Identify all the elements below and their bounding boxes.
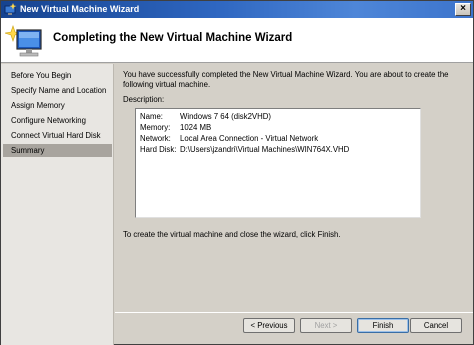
- step-summary[interactable]: Summary: [3, 144, 112, 157]
- description-label: Description:: [123, 95, 165, 104]
- step-connect-virtual-hard-disk[interactable]: Connect Virtual Hard Disk: [3, 129, 112, 142]
- finish-instruction: To create the virtual machine and close …: [123, 230, 341, 239]
- description-key: Memory:: [140, 123, 171, 132]
- step-assign-memory[interactable]: Assign Memory: [3, 99, 112, 112]
- wizard-steps-sidebar: Before You Begin Specify Name and Locati…: [1, 64, 114, 345]
- title-bar[interactable]: New Virtual Machine Wizard ×: [1, 1, 473, 18]
- description-value: Windows 7 64 (disk2VHD): [180, 112, 271, 121]
- page-title: Completing the New Virtual Machine Wizar…: [53, 32, 293, 44]
- close-icon: ×: [460, 3, 466, 14]
- virtual-machine-monitor-icon: [5, 25, 42, 57]
- step-before-you-begin[interactable]: Before You Begin: [3, 69, 112, 82]
- description-value: Local Area Connection - Virtual Network: [180, 134, 319, 143]
- finish-button[interactable]: Finish: [357, 318, 409, 333]
- summary-panel: You have successfully completed the New …: [115, 64, 473, 312]
- description-key: Hard Disk:: [140, 145, 177, 154]
- wizard-window: New Virtual Machine Wizard × Completing …: [0, 0, 474, 345]
- window-title: New Virtual Machine Wizard: [20, 4, 140, 14]
- cancel-button[interactable]: Cancel: [410, 318, 462, 333]
- description-key: Name:: [140, 112, 163, 121]
- description-value: D:\Users\jzandri\Virtual Machines\WIN764…: [180, 145, 350, 154]
- next-button[interactable]: Next >: [300, 318, 352, 333]
- wizard-app-icon: [4, 3, 17, 15]
- step-specify-name-and-location[interactable]: Specify Name and Location: [3, 84, 112, 97]
- description-key: Network:: [140, 134, 171, 143]
- wizard-header: Completing the New Virtual Machine Wizar…: [1, 18, 473, 63]
- button-bar: < Previous Next > Finish Cancel: [115, 312, 473, 344]
- description-box[interactable]: Name: Windows 7 64 (disk2VHD) Memory: 10…: [135, 108, 421, 218]
- step-configure-networking[interactable]: Configure Networking: [3, 114, 112, 127]
- intro-text: You have successfully completed the New …: [123, 70, 449, 89]
- previous-button[interactable]: < Previous: [243, 318, 295, 333]
- description-value: 1024 MB: [180, 123, 212, 132]
- close-button[interactable]: ×: [455, 3, 471, 16]
